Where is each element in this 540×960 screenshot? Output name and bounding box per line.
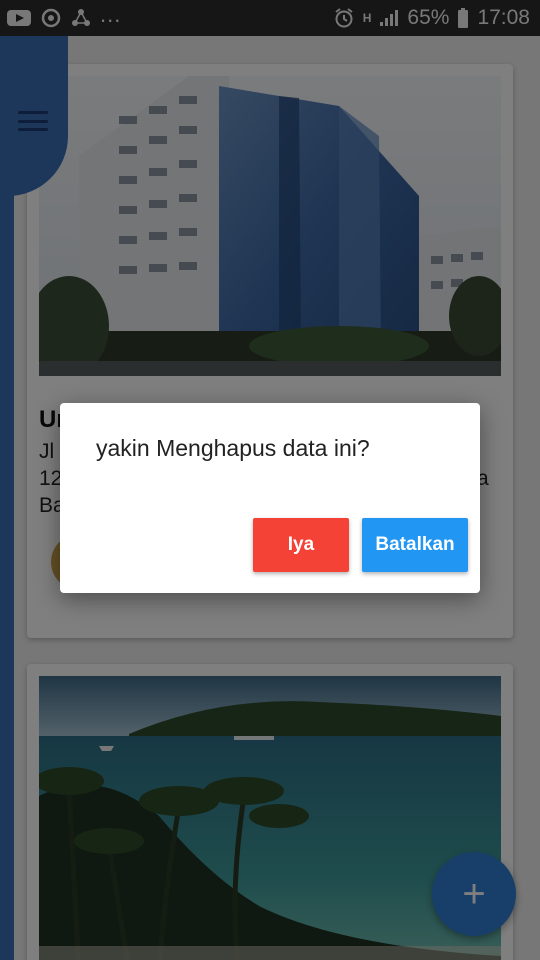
confirm-delete-dialog: yakin Menghapus data ini? Iya Batalkan <box>60 403 480 593</box>
cancel-button[interactable]: Batalkan <box>362 518 468 572</box>
confirm-button[interactable]: Iya <box>253 518 349 572</box>
dialog-message: yakin Menghapus data ini? <box>96 435 370 461</box>
